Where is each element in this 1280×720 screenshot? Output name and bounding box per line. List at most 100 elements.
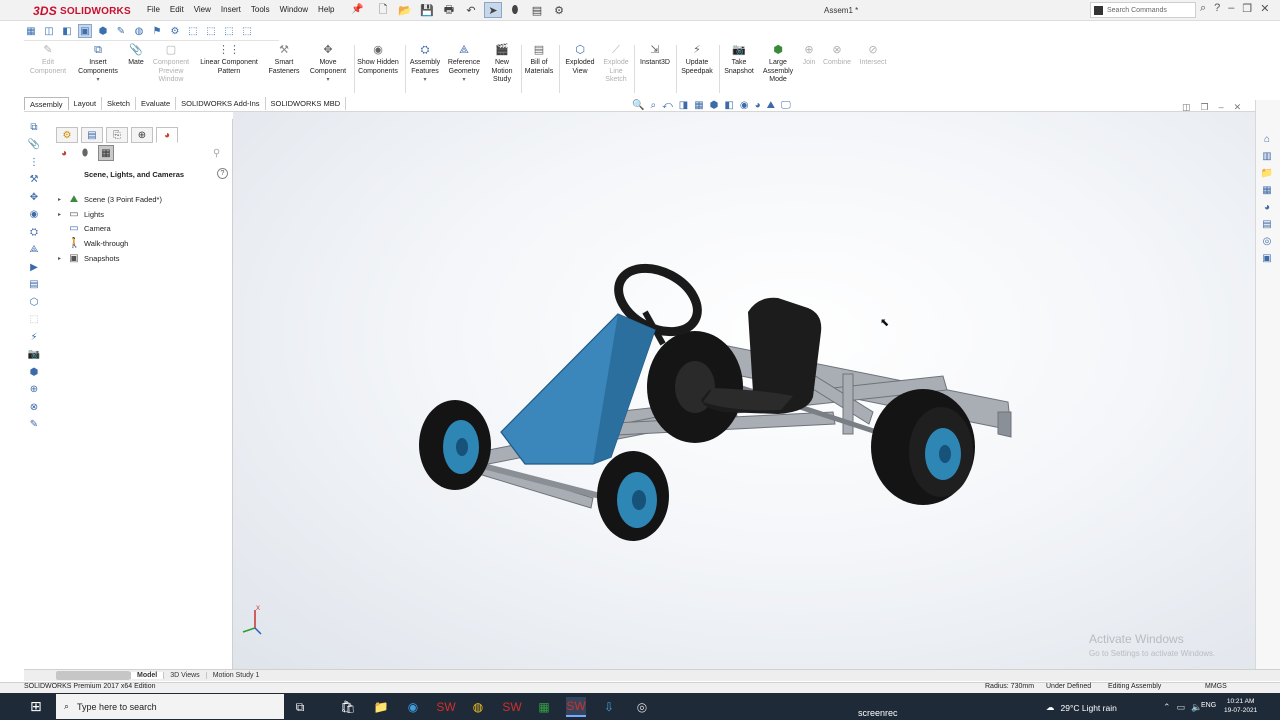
- save-icon[interactable]: 💾: [418, 2, 436, 18]
- new-document-icon[interactable]: 🗋: [374, 2, 392, 18]
- tab-assembly[interactable]: Assembly: [24, 97, 69, 110]
- toolbar-icon-12[interactable]: ⬚: [222, 24, 236, 38]
- spreadsheet-app-icon[interactable]: ▦: [534, 697, 554, 717]
- decals-icon[interactable]: ⬮: [77, 145, 93, 161]
- go-kart-model[interactable]: X: [233, 112, 1258, 669]
- tab-model[interactable]: Model: [130, 672, 164, 679]
- move-tool-icon[interactable]: ✥: [24, 189, 44, 205]
- undo-icon[interactable]: ↶: [462, 2, 480, 18]
- menu-insert[interactable]: Insert: [216, 5, 246, 14]
- bill-of-materials-button[interactable]: ▤ Bill of Materials: [523, 43, 555, 76]
- mate-tool-icon[interactable]: 📎: [24, 137, 44, 153]
- scene-lights-cameras-icon[interactable]: ▦: [98, 145, 114, 161]
- toolbar-icon-11[interactable]: ⬚: [204, 24, 218, 38]
- new-motion-study-button[interactable]: 🎬 New Motion Study: [487, 43, 517, 85]
- toolbar-icon-10[interactable]: ⬚: [186, 24, 200, 38]
- tab-motion-study[interactable]: Motion Study 1: [205, 672, 266, 679]
- close-icon[interactable]: ✕: [1234, 102, 1242, 113]
- chevron-down-icon[interactable]: ▾: [326, 76, 329, 85]
- tree-item-walkthrough[interactable]: 🚶 Walk-through: [58, 237, 128, 250]
- mate-button[interactable]: 📎 Mate: [124, 43, 148, 68]
- intersect-button[interactable]: ⊘ Intersect: [856, 43, 890, 68]
- toolbar-icon-6[interactable]: ✎: [114, 24, 128, 38]
- explode-line-sketch-button[interactable]: ⟋ Explode Line Sketch: [600, 43, 632, 85]
- network-icon[interactable]: ▭: [1177, 702, 1186, 713]
- configuration-tab-icon[interactable]: ⎘: [106, 127, 128, 143]
- toolbar-icon-5[interactable]: ⬢: [96, 24, 110, 38]
- search-icon[interactable]: ⌕: [1200, 2, 1206, 15]
- explode-tool-icon[interactable]: ⬡: [24, 294, 44, 310]
- edit-appearance-icon[interactable]: ◕: [755, 100, 761, 111]
- 3dexperience-icon[interactable]: ▣: [1260, 251, 1274, 265]
- instant3d-button[interactable]: ⇲ Instant3D: [636, 43, 674, 68]
- join-button[interactable]: ⊕ Join: [798, 43, 820, 68]
- minimize-icon[interactable]: –: [1219, 102, 1224, 113]
- tree-item-lights[interactable]: ▸ ▭ Lights: [58, 208, 104, 221]
- select-icon[interactable]: ➤: [484, 2, 502, 18]
- options-gear-icon[interactable]: ⚙: [550, 2, 568, 18]
- open-document-icon[interactable]: 📂: [396, 2, 414, 18]
- exploded-view-button[interactable]: ⬡ Exploded View: [561, 43, 599, 76]
- pattern-tool-icon[interactable]: ⋮: [24, 154, 44, 170]
- tab-sketch[interactable]: Sketch: [102, 97, 136, 110]
- custom-properties-icon[interactable]: ▤: [1260, 217, 1274, 231]
- chevron-down-icon[interactable]: ▾: [96, 76, 99, 85]
- windows-start-icon[interactable]: ⊞: [30, 698, 42, 715]
- display-style-icon[interactable]: ◧: [724, 100, 733, 111]
- chevron-down-icon[interactable]: ▾: [423, 76, 426, 85]
- chrome-browser-icon[interactable]: ◍: [468, 697, 488, 717]
- component-preview-button[interactable]: ▢ Component Preview Window: [150, 43, 192, 85]
- chevron-up-icon[interactable]: ⌃: [1163, 702, 1171, 713]
- show-hidden-button[interactable]: ◉ Show Hidden Components: [356, 43, 400, 76]
- browser-app-icon[interactable]: ◎: [632, 697, 652, 717]
- solidworks-taskbar-icon[interactable]: SW: [436, 697, 456, 717]
- menu-edit[interactable]: Edit: [165, 5, 189, 14]
- large-assembly-tool-icon[interactable]: ⬢: [24, 364, 44, 380]
- menu-tools[interactable]: Tools: [246, 5, 275, 14]
- search-scope-icon[interactable]: [1094, 5, 1103, 15]
- front-right-wheel[interactable]: [597, 451, 669, 541]
- insert-component-tool-icon[interactable]: ⧉: [24, 119, 44, 135]
- view-orientation-icon[interactable]: ⬢: [710, 100, 719, 111]
- pencil-tool-icon[interactable]: ✎: [24, 417, 44, 433]
- appearances-scenes-icon[interactable]: ◕: [1260, 200, 1274, 214]
- menu-window[interactable]: Window: [275, 5, 313, 14]
- disabled-tool-icon[interactable]: ⬚: [24, 312, 44, 328]
- feature-tree-tab-icon[interactable]: ⚙: [56, 127, 78, 143]
- toolbar-icon-4[interactable]: ▣: [78, 24, 92, 38]
- design-library-icon[interactable]: ▥: [1260, 149, 1274, 163]
- tree-item-snapshots[interactable]: ▸ ▣ Snapshots: [58, 252, 119, 265]
- file-properties-icon[interactable]: ▤: [528, 2, 546, 18]
- toolbar-icon-9[interactable]: ⚙: [168, 24, 182, 38]
- join-tool-icon[interactable]: ⊕: [24, 382, 44, 398]
- apply-scene-icon[interactable]: ⛰: [767, 100, 775, 111]
- tab-evaluate[interactable]: Evaluate: [136, 97, 177, 110]
- weather-widget[interactable]: ☁ 29°C Light rain: [1046, 702, 1117, 713]
- appearances-icon[interactable]: ◕: [56, 145, 72, 161]
- edge-browser-icon[interactable]: ◉: [403, 697, 423, 717]
- front-body-panel[interactable]: [500, 313, 656, 465]
- hidden-tool-icon[interactable]: ◉: [24, 207, 44, 223]
- edit-component-button[interactable]: ✎ Edit Component: [26, 43, 70, 76]
- display-manager-tab-icon[interactable]: ◕: [156, 127, 178, 143]
- pin-menu-icon[interactable]: 📌: [351, 4, 363, 15]
- solidworks-logo[interactable]: 3DS SOLIDWORKS: [33, 3, 131, 19]
- solidworks-active-taskbar-icon[interactable]: SW: [566, 697, 586, 717]
- expand-arrow-icon[interactable]: ▸: [58, 196, 64, 203]
- dimxpert-tab-icon[interactable]: ⊕: [131, 127, 153, 143]
- file-explorer-taskbar-icon[interactable]: 📁: [371, 697, 391, 717]
- rebuild-icon[interactable]: ⬮: [506, 2, 524, 18]
- reference-geometry-button[interactable]: ⟁ Reference Geometry ▾: [445, 43, 483, 85]
- graphics-area[interactable]: X: [233, 112, 1258, 669]
- solidworks-alt-taskbar-icon[interactable]: SW: [502, 697, 522, 717]
- task-view-icon[interactable]: ⧉: [290, 697, 310, 717]
- toolbar-icon-7[interactable]: ◍: [132, 24, 146, 38]
- combine-tool-icon[interactable]: ⊗: [24, 399, 44, 415]
- tab-scroll-handle[interactable]: [56, 671, 130, 680]
- expand-arrow-icon[interactable]: ▸: [58, 211, 64, 218]
- expand-arrow-icon[interactable]: ▸: [58, 255, 64, 262]
- toolbar-icon-1[interactable]: ▦: [24, 24, 38, 38]
- help-icon[interactable]: ?: [217, 168, 228, 179]
- tile-icon[interactable]: ◫: [1182, 102, 1191, 113]
- linear-pattern-button[interactable]: ⋮⋮ Linear Component Pattern: [196, 43, 262, 76]
